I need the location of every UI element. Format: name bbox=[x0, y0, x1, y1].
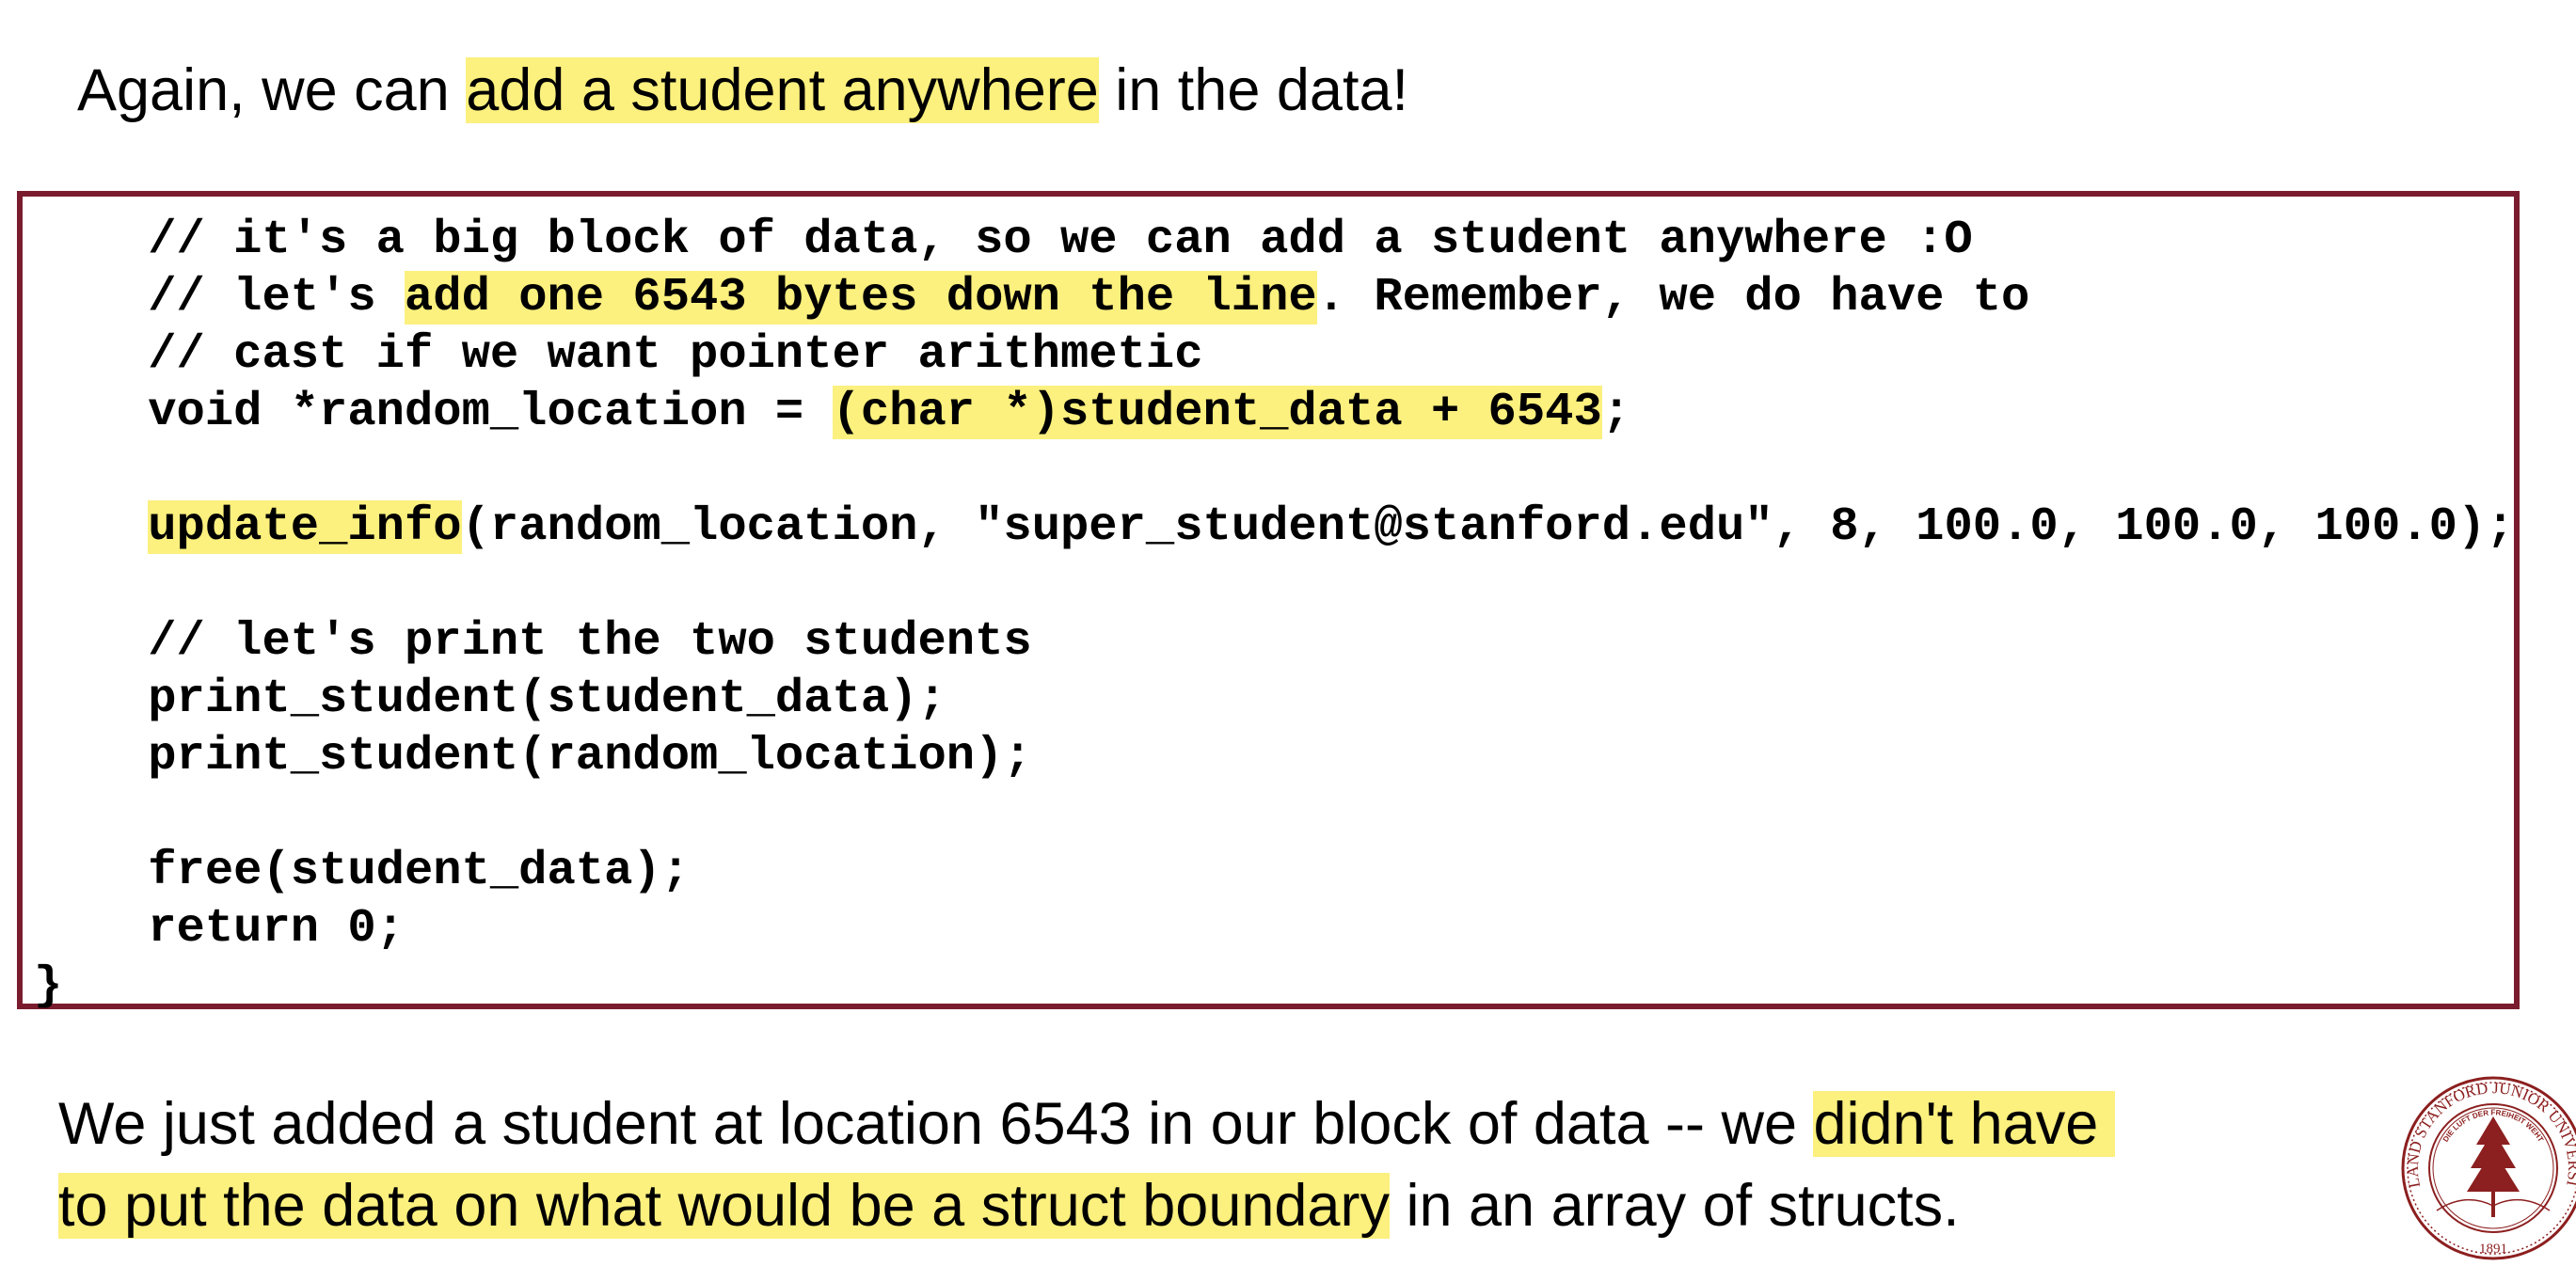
code-line: return 0; bbox=[34, 900, 2515, 957]
code-highlight: (char *)student_data + 6543 bbox=[832, 386, 1602, 439]
code-text: void *random_location = bbox=[34, 386, 833, 439]
code-text: // let's bbox=[34, 271, 405, 324]
code-line: // let's add one 6543 bytes down the lin… bbox=[34, 269, 2515, 326]
code-text: (random_location, "super_student@stanfor… bbox=[461, 500, 2515, 554]
stanford-seal-logo: LELAND STANFORD JUNIOR UNIVERSITY DIE LU… bbox=[2399, 1074, 2576, 1260]
caption-text: in an array of structs. bbox=[1389, 1173, 1960, 1239]
title-text-end: in the data! bbox=[1098, 57, 1408, 123]
code-line: print_student(student_data); bbox=[34, 671, 2515, 728]
code-line: // cast if we want pointer arithmetic bbox=[34, 326, 2515, 384]
code-line: // it's a big block of data, so we can a… bbox=[34, 212, 2515, 269]
code-text: . Remember, we do have to bbox=[1316, 271, 2030, 324]
title-text: Again, we can bbox=[77, 57, 467, 123]
code-text: free(student_data); bbox=[34, 845, 691, 898]
code-block: // it's a big block of data, so we can a… bbox=[17, 191, 2520, 1013]
code-text: return 0; bbox=[34, 902, 405, 956]
slide-title: Again, we can add a student anywhere in … bbox=[77, 53, 1408, 128]
code-highlight: update_info bbox=[148, 500, 462, 554]
code-text: print_student(random_location); bbox=[34, 730, 1032, 783]
code-text: print_student(student_data); bbox=[34, 673, 946, 726]
caption-line-1: We just added a student at location 6543… bbox=[58, 1084, 2115, 1165]
code-text: // let's print the two students bbox=[34, 615, 1032, 669]
title-highlight: add a student anywhere bbox=[466, 57, 1099, 123]
code-line: update_info(random_location, "super_stud… bbox=[34, 498, 2515, 556]
code-listing: // it's a big block of data, so we can a… bbox=[34, 212, 2515, 1015]
code-text: // it's a big block of data, so we can a… bbox=[34, 214, 1973, 267]
svg-text:1891: 1891 bbox=[2479, 1242, 2507, 1257]
caption: We just added a student at location 6543… bbox=[58, 1084, 2115, 1247]
caption-highlight: to put the data on what would be a struc… bbox=[58, 1173, 1390, 1239]
caption-text: We just added a student at location 6543… bbox=[58, 1091, 1814, 1157]
code-line: } bbox=[34, 957, 2515, 1015]
caption-line-2: to put the data on what would be a struc… bbox=[58, 1165, 2115, 1247]
tree-icon bbox=[2467, 1116, 2520, 1217]
code-text: } bbox=[34, 959, 63, 1013]
code-text: ; bbox=[1601, 386, 1631, 439]
code-text: // cast if we want pointer arithmetic bbox=[34, 328, 1203, 382]
code-line: free(student_data); bbox=[34, 843, 2515, 900]
code-line: // let's print the two students bbox=[34, 613, 2515, 671]
code-line: print_student(random_location); bbox=[34, 728, 2515, 785]
caption-highlight: didn't have bbox=[1813, 1091, 2115, 1157]
code-line: void *random_location = (char *)student_… bbox=[34, 384, 2515, 441]
code-highlight: add one 6543 bytes down the line bbox=[404, 271, 1317, 324]
